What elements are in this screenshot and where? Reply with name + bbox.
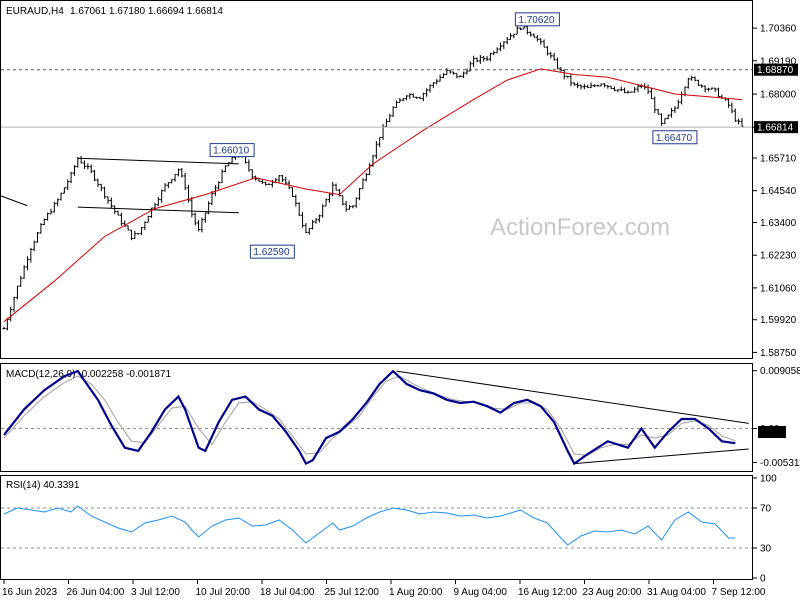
x-tick-label: 31 Aug 04:00 [647, 587, 706, 598]
macd-panel: MACD(12,26,9) -0.002258 -0.001871 0.0090… [0, 363, 800, 472]
rsi-tick-label: 70 [760, 504, 772, 515]
x-tick-label: 1 Aug 20:00 [389, 587, 443, 598]
price-annotation-label: 1.66010 [213, 146, 250, 157]
price-tick-label: 1.68000 [760, 90, 797, 101]
price-panel-frame [0, 0, 753, 359]
macd-zero-tag [758, 426, 786, 438]
price-panel-ohlc: 1.67061 1.67180 1.66694 1.66814 [70, 6, 223, 17]
price-tick-label: 1.58750 [760, 348, 797, 359]
price-panel-symbol: EURAUD,H4 [6, 6, 64, 17]
macd-tick-label: -0.005311 [760, 458, 800, 469]
x-tick-label: 18 Jul 04:00 [260, 587, 315, 598]
price-tag-label: 1.68870 [757, 65, 794, 76]
rsi-panel-title: RSI(14) 40.3391 [6, 480, 80, 491]
euraud-chart: ActionForex.com EURAUD,H4 1.67061 1.6718… [0, 0, 800, 598]
price-tick-label: 1.62230 [760, 251, 797, 262]
price-tick-label: 1.59920 [760, 315, 797, 326]
macd-panel-title: MACD(12,26,9) -0.002258 -0.001871 [6, 369, 172, 380]
x-tick-label: 16 Aug 12:00 [518, 587, 577, 598]
price-tick-label: 1.65710 [760, 153, 797, 164]
price-tag-label: 1.66814 [757, 123, 794, 134]
x-tick-label: 26 Jun 04:00 [67, 587, 125, 598]
x-tick-label: 25 Jul 12:00 [325, 587, 380, 598]
price-tick-label: 1.70360 [760, 24, 797, 35]
price-annotation-label: 1.62590 [253, 247, 290, 258]
rsi-tick-label: 0 [760, 574, 766, 585]
price-annotation-label: 1.70620 [518, 15, 555, 26]
x-tick-label: 23 Aug 20:00 [583, 587, 642, 598]
x-tick-label: 16 Jun 2023 [2, 587, 57, 598]
price-tick-label: 1.61060 [760, 283, 797, 294]
rsi-panel: RSI(14) 40.3391 100 70 30 0 [0, 474, 777, 585]
rsi-tick-label: 30 [760, 544, 772, 555]
price-tick-label: 1.63400 [760, 218, 797, 229]
x-tick-label: 7 Sep 12:00 [712, 587, 766, 598]
rsi-tick-label: 100 [760, 474, 777, 485]
watermark: ActionForex.com [490, 214, 670, 241]
x-tick-label: 3 Jul 12:00 [131, 587, 180, 598]
price-annotation-label: 1.66470 [656, 133, 693, 144]
x-tick-label: 10 Jul 20:00 [196, 587, 251, 598]
x-tick-label: 9 Aug 04:00 [454, 587, 508, 598]
price-panel: ActionForex.com EURAUD,H4 1.67061 1.6718… [0, 0, 798, 359]
rsi-panel-frame [0, 475, 753, 580]
time-x-axis: 16 Jun 2023 26 Jun 04:00 3 Jul 12:00 10 Jul… [2, 580, 766, 598]
macd-tick-label: 0.009058 [760, 366, 800, 377]
price-tick-label: 1.64540 [760, 186, 797, 197]
